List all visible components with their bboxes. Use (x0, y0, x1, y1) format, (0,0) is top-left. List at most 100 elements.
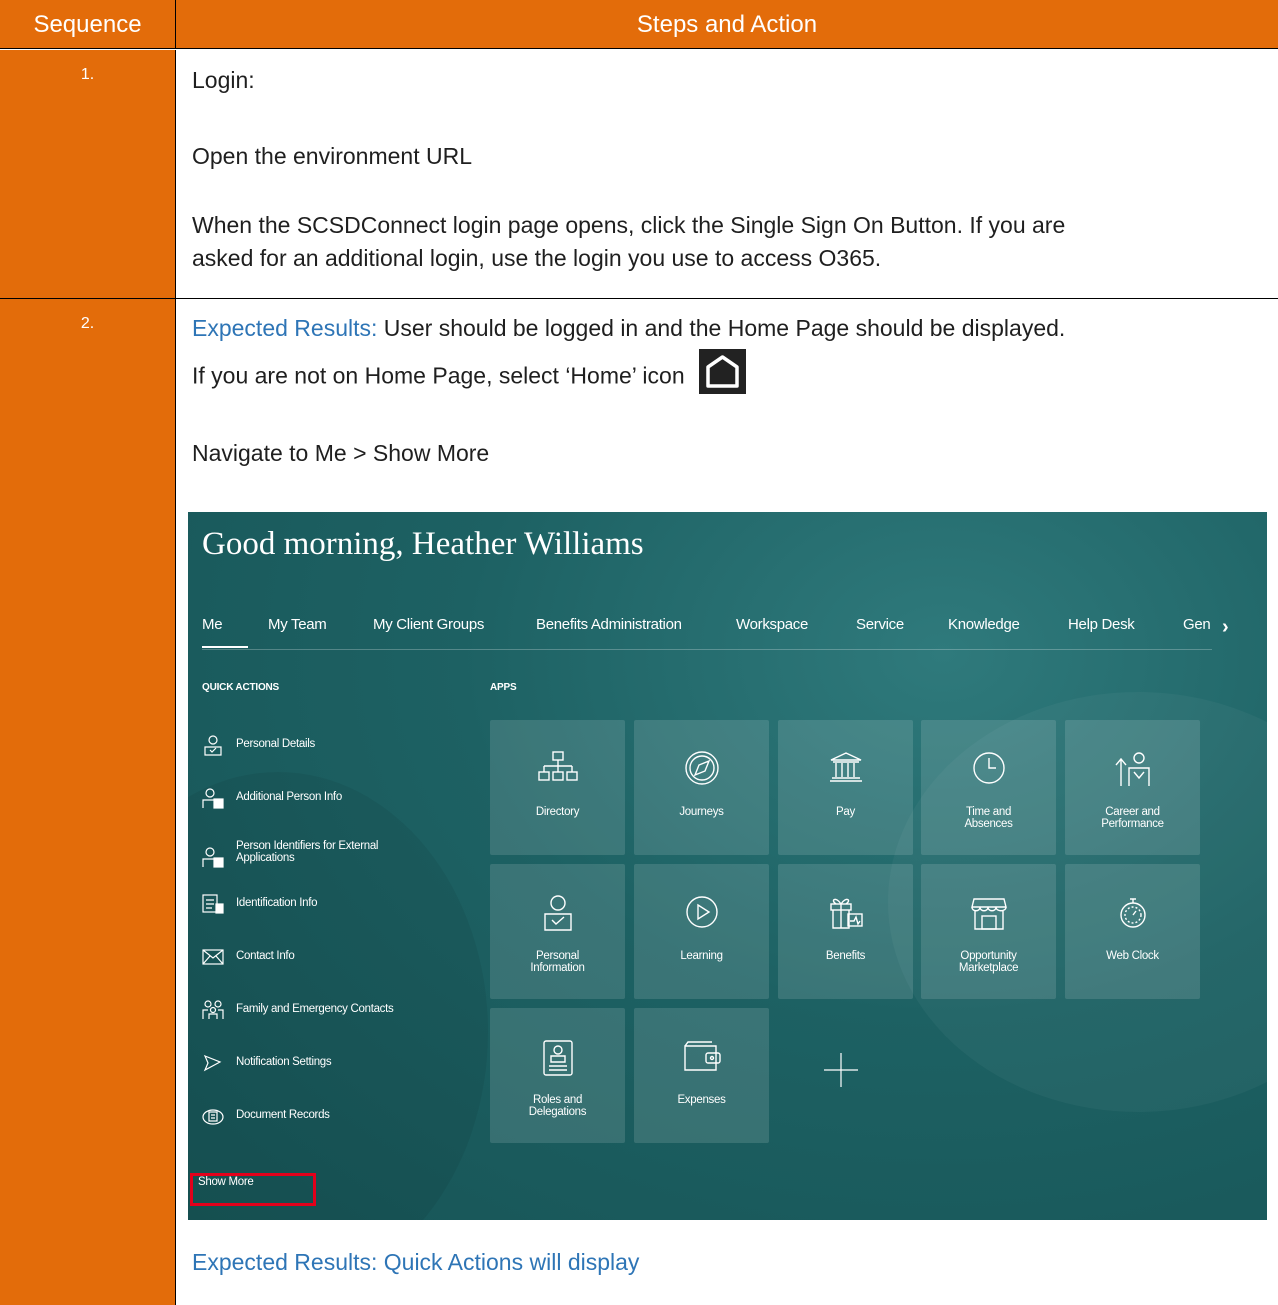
app-tile-label: Personal Information (494, 950, 621, 974)
quick-action-person-identifiers[interactable]: Person Identifiers for External Applicati… (202, 840, 462, 868)
apps-heading: APPS (490, 682, 517, 693)
compass-icon (685, 751, 719, 785)
quick-action-contact-info[interactable]: Contact Info (202, 946, 462, 966)
quick-action-label: Personal Details (236, 738, 315, 750)
step-text: When the SCSDConnect login page opens, c… (192, 212, 1066, 238)
expected-results: Expected Results: User should be logged … (192, 312, 1065, 345)
sequence-cell-1: 1. (0, 50, 176, 298)
app-tile-label-line: Roles and (532, 1094, 583, 1106)
quick-action-label: Additional Person Info (236, 791, 342, 803)
plus-icon[interactable] (824, 1053, 858, 1087)
quick-action-label: Notification Settings (236, 1056, 332, 1068)
app-tile-career-and-performance[interactable]: Career and Performance (1065, 720, 1200, 855)
step-text: Open the environment URL (192, 143, 472, 169)
person-icon (544, 895, 572, 931)
wallet-icon (684, 1041, 721, 1071)
home-icon (699, 349, 747, 394)
expected-results-label: Expected Results: (192, 315, 378, 341)
quick-action-personal-details[interactable]: Personal Details (202, 734, 462, 756)
person-icon (202, 734, 224, 756)
expected-results: Expected Results: Quick Actions will dis… (192, 1249, 640, 1275)
quick-action-label: Contact Info (236, 950, 295, 962)
person-card-icon (202, 787, 224, 809)
app-tile-personal-information[interactable]: Personal Information (490, 864, 625, 999)
app-tile-label: Directory (535, 806, 580, 818)
app-tile-label: Web Clock (1106, 950, 1159, 962)
nav-divider (202, 649, 1212, 650)
org-chart-icon (538, 751, 578, 781)
greeting: Good morning, Heather Williams (202, 526, 644, 562)
app-tile-directory[interactable]: Directory (490, 720, 625, 855)
home-note: If you are not on Home Page, select ‘Hom… (192, 349, 747, 400)
step-text: asked for an additional login, use the l… (192, 245, 882, 271)
play-icon (686, 896, 718, 928)
app-tile-label: Expenses (677, 1094, 726, 1106)
step-title: Navigate to Me > Show More (192, 440, 490, 466)
quick-action-identification-info[interactable]: Identification Info (202, 893, 462, 914)
career-icon (1115, 752, 1150, 786)
show-more-link[interactable]: Show More (198, 1176, 254, 1188)
sequence-number: 2. (80, 315, 95, 332)
family-icon (202, 999, 224, 1019)
app-tile-label: Roles and Delegations (494, 1094, 621, 1118)
app-tile-journeys[interactable]: Journeys (634, 720, 769, 855)
bank-icon (830, 752, 862, 782)
nav-tab-my-team[interactable]: My Team (268, 616, 327, 633)
table-header-row: Sequence Steps and Action (0, 0, 1278, 49)
nav-tab-me[interactable]: Me (202, 616, 223, 633)
id-card-icon (202, 893, 224, 914)
header-sequence: Sequence (0, 0, 176, 49)
app-tile-label-line: Time and (965, 806, 1012, 818)
quick-action-family-and-emergency-contacts[interactable]: Family and Emergency Contacts (202, 999, 462, 1019)
app-tile-roles-and-delegations[interactable]: Roles and Delegations (490, 1008, 625, 1143)
home-note-text: If you are not on Home Page, select ‘Hom… (192, 362, 685, 389)
nav-tab-benefits-administration[interactable]: Benefits Administration (536, 616, 682, 633)
app-tile-expenses[interactable]: Expenses (634, 1008, 769, 1143)
document-records-icon (202, 1105, 224, 1125)
nav-tab-knowledge[interactable]: Knowledge (948, 616, 1020, 633)
gift-icon (830, 898, 863, 929)
app-tile-label-line: Personal (536, 950, 579, 962)
quick-actions-heading: QUICK ACTIONS (202, 682, 280, 693)
nav-next-chevron-icon[interactable]: › (1222, 616, 1229, 639)
app-tile-label: Benefits (825, 950, 866, 962)
nav-tab-workspace[interactable]: Workspace (736, 616, 808, 633)
steps-table: Sequence Steps and Action 1. 2. Login: O… (0, 0, 1278, 1305)
quick-action-label: Person Identifiers for External Applicati… (236, 840, 379, 864)
step-title: Login: (192, 67, 255, 93)
quick-action-label: Document Records (236, 1109, 330, 1121)
header-steps-and-action: Steps and Action (636, 10, 818, 38)
app-tile-opportunity-marketplace[interactable]: Opportunity Marketplace (921, 864, 1056, 999)
quick-action-document-records[interactable]: Document Records (202, 1105, 462, 1125)
app-tile-time-and-absences[interactable]: Time and Absences (921, 720, 1056, 855)
app-tile-label-line: Career and (1105, 806, 1160, 818)
app-tile-label-line: Performance (1101, 818, 1164, 830)
app-tile-pay[interactable]: Pay (778, 720, 913, 855)
app-tile-learning[interactable]: Learning (634, 864, 769, 999)
quick-action-label: Identification Info (236, 897, 318, 909)
app-tile-web-clock[interactable]: Web Clock (1065, 864, 1200, 999)
nav-tab-my-client-groups[interactable]: My Client Groups (373, 616, 484, 633)
nav-tab-help-desk[interactable]: Help Desk (1068, 616, 1135, 633)
quick-action-label: Family and Emergency Contacts (236, 1003, 394, 1015)
notification-icon (202, 1052, 224, 1072)
app-tile-label: Opportunity Marketplace (925, 950, 1052, 974)
app-tile-label: Pay (836, 806, 855, 818)
app-tile-label: Time and Absences (925, 806, 1052, 830)
app-tile-label-line: Delegations (528, 1106, 587, 1118)
app-tile-label-line: Marketplace (958, 962, 1019, 974)
app-tile-label-line: Absences (964, 818, 1013, 830)
clock-icon (973, 752, 1005, 784)
stopwatch-icon (1120, 898, 1146, 928)
app-tile-label: Journeys (679, 806, 724, 818)
nav-tab-service[interactable]: Service (856, 616, 904, 633)
app-tile-label: Learning (680, 950, 723, 962)
app-tile-label: Career and Performance (1069, 806, 1196, 830)
quick-action-label-line: Person Identifiers for External (236, 840, 379, 852)
nav-tab-gen[interactable]: Gen (1183, 616, 1211, 633)
quick-action-notification-settings[interactable]: Notification Settings (202, 1052, 462, 1072)
app-tile-benefits[interactable]: Benefits (778, 864, 913, 999)
quick-action-additional-person-info[interactable]: Additional Person Info (202, 787, 462, 809)
sequence-cell-2: 2. (0, 299, 176, 1305)
top-nav: Me My Team My Client Groups Benefits Adm… (202, 616, 1211, 642)
